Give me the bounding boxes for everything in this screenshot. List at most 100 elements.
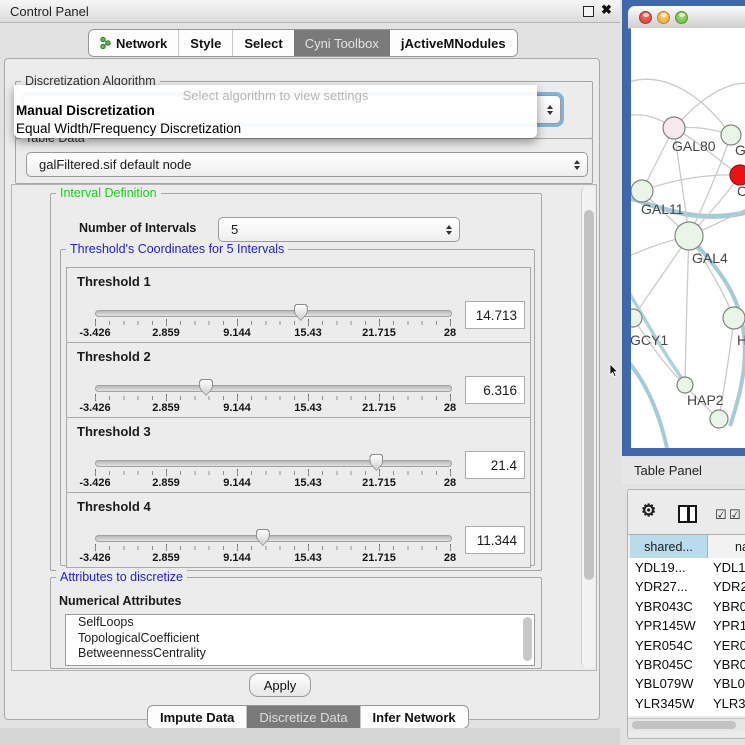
table-row[interactable]: YLR345WYLR3 (628, 694, 745, 713)
close-window-icon[interactable]: ✖ (601, 2, 612, 18)
list-scrollbar-thumb[interactable] (523, 617, 532, 661)
table-row[interactable]: YBR045CYBR0 (628, 655, 745, 674)
table-cell: YBR0 (713, 657, 745, 672)
network-node[interactable] (663, 117, 685, 139)
scale-tick-label: -3.426 (79, 552, 110, 564)
option-manual-discretization[interactable]: Manual Discretization (16, 103, 155, 118)
scale-tick-label: 15.43 (294, 402, 322, 414)
network-node[interactable] (730, 165, 745, 185)
tab-style[interactable]: Style (178, 30, 232, 56)
slider-minor-ticks (95, 396, 451, 400)
table-panel-title: Table Panel (634, 463, 702, 478)
threshold-value-field[interactable]: 6.316 (465, 376, 525, 404)
table-row[interactable]: YPR145WYPR1 (628, 616, 745, 635)
network-node-label: H (737, 332, 745, 348)
network-node[interactable] (677, 377, 693, 393)
table-row[interactable]: YBL079WYBL0 (628, 674, 745, 693)
slider-scale: -3.4262.8599.14415.4321.71528 (95, 327, 450, 339)
slider-scale: -3.4262.8599.14415.4321.71528 (95, 402, 450, 414)
table-data-combobox[interactable]: galFiltered.sif default node (26, 152, 588, 177)
close-traffic-light-icon[interactable] (639, 11, 652, 24)
threshold-value-field[interactable]: 11.344 (465, 526, 525, 554)
table-row[interactable]: YER054CYER0 (628, 636, 745, 655)
option-equal-width-frequency[interactable]: Equal Width/Frequency Discretization (16, 121, 241, 136)
table-row[interactable]: YBR043CYBR0 (628, 597, 745, 616)
table-cell: YPR1 (713, 618, 745, 633)
apply-button[interactable]: Apply (249, 673, 311, 697)
zoom-traffic-light-icon[interactable] (675, 11, 688, 24)
interval-definition-group: Interval Definition Number of Intervals … (50, 193, 542, 571)
tab-network[interactable]: Network (89, 30, 178, 56)
threshold-2-panel: Threshold 2 -3.4262.8599.14415.4321.7152… (66, 342, 531, 418)
float-window-icon[interactable] (583, 6, 594, 17)
scale-tick-label: 21.715 (362, 552, 396, 564)
checkbox-icon[interactable]: ☑ (729, 507, 741, 523)
tab-infer-network[interactable]: Infer Network (360, 706, 468, 728)
table-cell: YBR043C (635, 599, 693, 614)
scale-tick-label: 21.715 (362, 477, 396, 489)
table-row[interactable]: YDR27...YDR2 (628, 577, 745, 596)
split-columns-icon[interactable] (678, 505, 697, 523)
tab-select[interactable]: Select (232, 30, 293, 56)
horizontal-scrollbar[interactable] (628, 718, 745, 731)
tab-cyni-toolbox[interactable]: Cyni Toolbox (294, 30, 390, 56)
attribute-item[interactable]: TopologicalCoefficient (66, 631, 534, 647)
tab-label: Select (244, 36, 282, 51)
table-data-group: Table Data galFiltered.sif default node (15, 138, 593, 184)
threshold-3-slider[interactable] (95, 460, 452, 467)
scale-tick-label: 28 (444, 327, 456, 339)
table-row[interactable]: YDL19... YDL1 (628, 558, 745, 577)
attribute-item[interactable]: BetweennessCentrality (66, 646, 534, 662)
attribute-item[interactable]: SelfLoops (66, 615, 534, 631)
number-of-intervals-combobox[interactable]: 5 (218, 217, 460, 242)
network-canvas[interactable]: GAL80GACGAL11GAL4GCY1HHAP2 (631, 28, 745, 448)
threshold-4-slider[interactable] (95, 535, 452, 542)
table-cell: YDR2 (713, 579, 745, 594)
column-header-shared[interactable]: shared... (630, 535, 708, 558)
network-node-label: GCY1 (631, 332, 668, 348)
combo-arrows-icon (547, 105, 553, 115)
scale-tick-label: 21.715 (362, 402, 396, 414)
gear-icon[interactable]: ⚙ (641, 501, 656, 521)
control-panel-tabbar: Network Style Select Cyni Toolbox jActiv… (88, 29, 518, 57)
table-cell: YDL1 (713, 560, 745, 575)
vertical-scrollbar-thumb[interactable] (584, 210, 594, 580)
scale-tick-label: -3.426 (79, 402, 110, 414)
column-header-name[interactable]: na (709, 535, 745, 558)
horizontal-scrollbar-thumb[interactable] (632, 721, 736, 729)
group-label: Interval Definition (56, 186, 161, 200)
checkbox-icon[interactable]: ☑ (715, 507, 727, 523)
window-title: Control Panel (10, 4, 89, 19)
scale-tick-label: 28 (444, 552, 456, 564)
network-node[interactable] (710, 410, 728, 428)
slider-scale: -3.4262.8599.14415.4321.71528 (95, 477, 450, 489)
threshold-value-field[interactable]: 14.713 (465, 301, 525, 329)
tab-label: Network (116, 36, 167, 51)
scale-tick-label: 28 (444, 402, 456, 414)
table-row[interactable]: YIL052CYIL0 (628, 713, 745, 716)
network-node[interactable] (723, 307, 745, 329)
network-node-label: GAL80 (672, 138, 716, 154)
attributes-group: Attributes to discretize Numerical Attri… (50, 577, 542, 669)
minimize-traffic-light-icon[interactable] (657, 11, 670, 24)
tab-jactivemnodules[interactable]: jActiveMNodules (390, 30, 517, 56)
network-node[interactable] (675, 222, 703, 250)
network-node-label: GA (735, 142, 745, 158)
table-cell: YER0 (713, 638, 745, 653)
threshold-2-slider[interactable] (95, 385, 452, 392)
slider-minor-ticks (95, 471, 451, 475)
network-window-titlebar[interactable] (628, 6, 745, 29)
numerical-attributes-list[interactable]: SelfLoopsTopologicalCoefficientBetweenne… (65, 614, 535, 666)
threshold-1-slider[interactable] (95, 310, 452, 317)
vertical-scrollbar[interactable] (581, 186, 595, 668)
table-cell: YDL19... (635, 560, 686, 575)
scale-tick-label: 15.43 (294, 552, 322, 564)
threshold-value-field[interactable]: 21.4 (465, 451, 525, 479)
network-node[interactable] (631, 180, 653, 202)
tab-impute-data[interactable]: Impute Data (148, 706, 246, 728)
tab-discretize-data[interactable]: Discretize Data (246, 706, 359, 728)
table-rows: YDL19...YDL1YDR27...YDR2YBR043CYBR0YPR14… (628, 558, 745, 716)
algorithm-placeholder: Select algorithm to view settings (14, 88, 537, 103)
scale-tick-label: 9.144 (223, 327, 251, 339)
scale-tick-label: 15.43 (294, 327, 322, 339)
